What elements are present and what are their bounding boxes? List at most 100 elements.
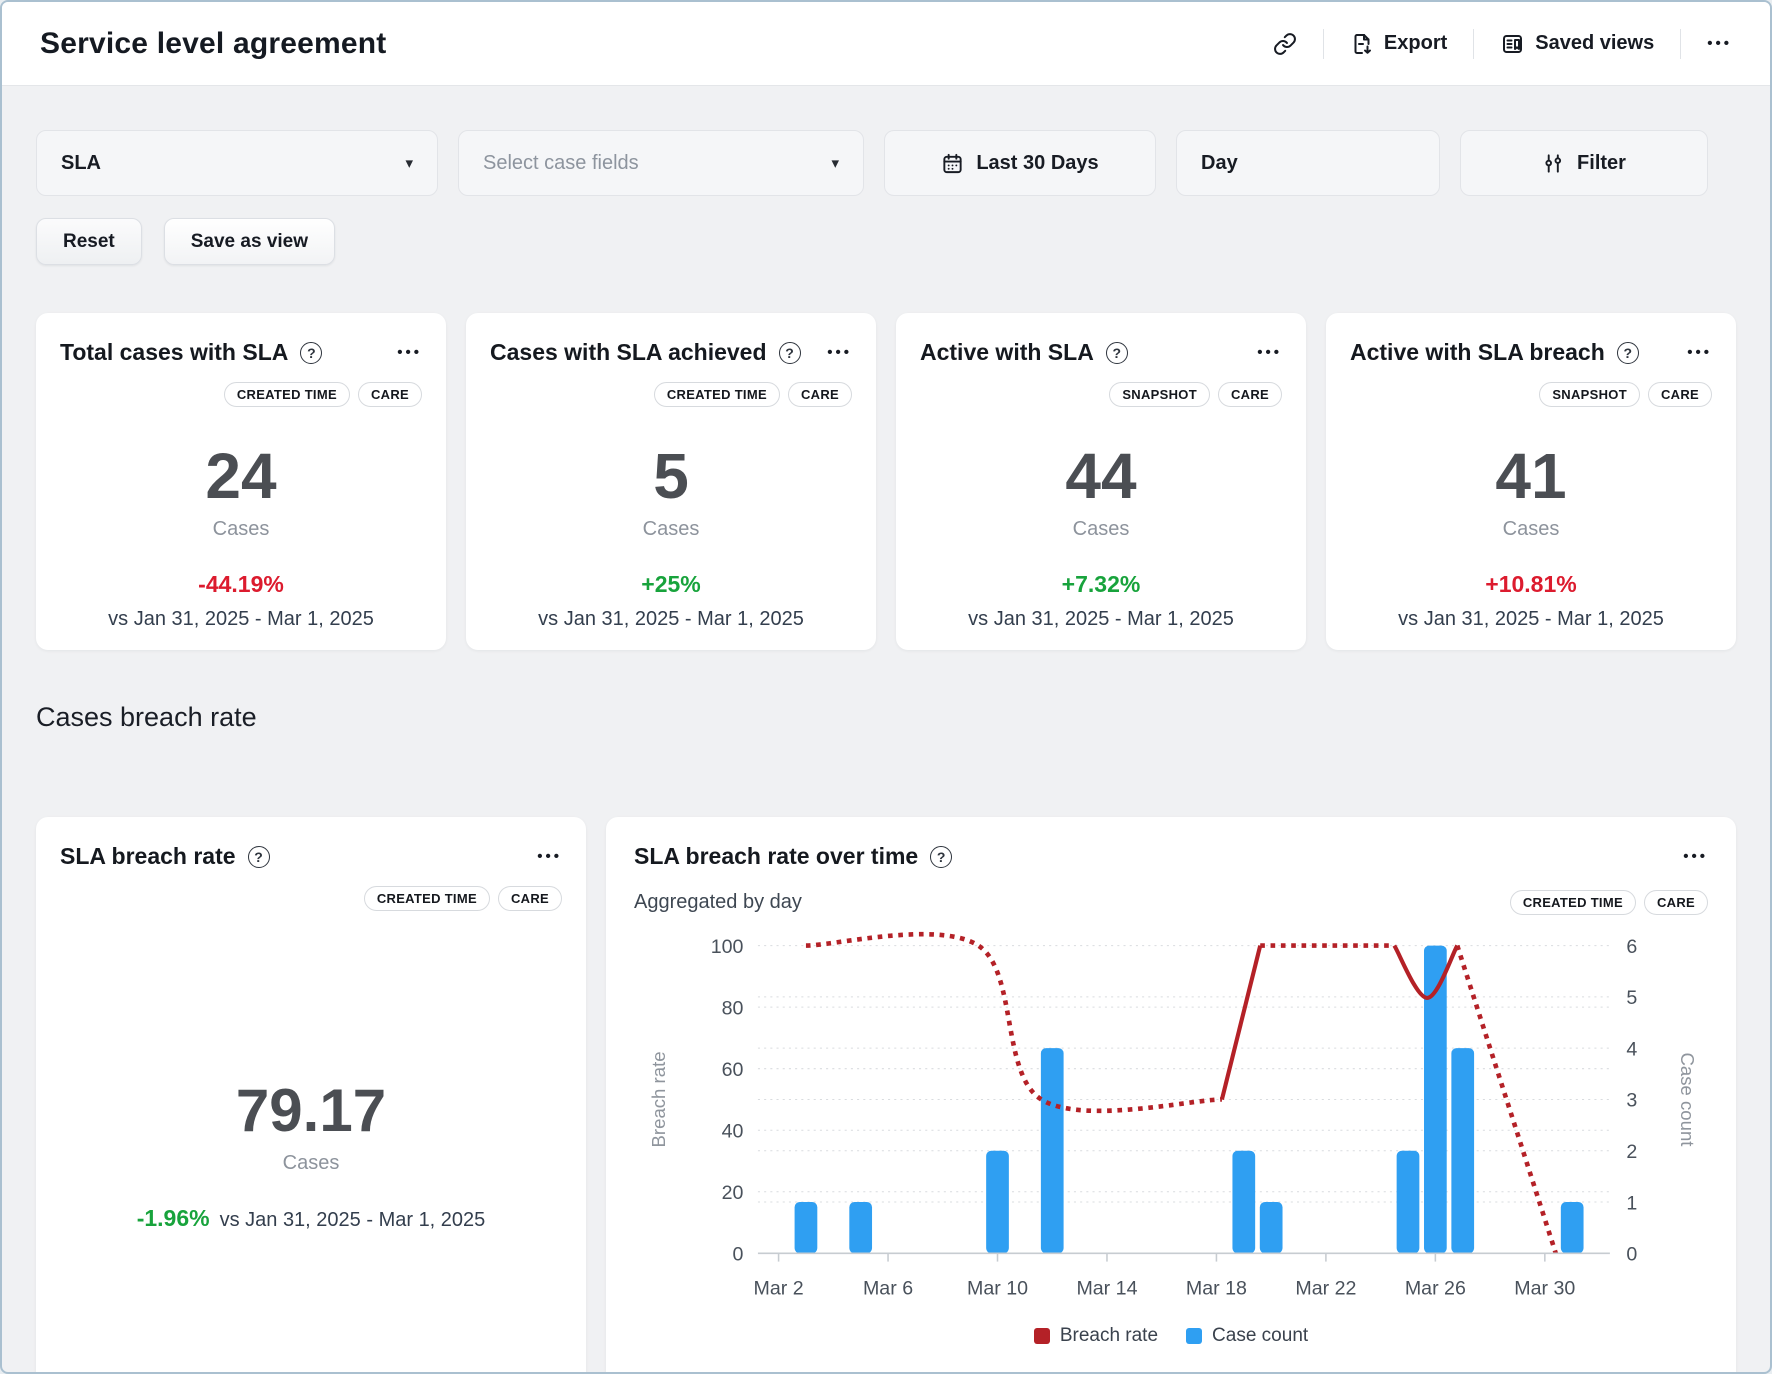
saved-views-label: Saved views — [1535, 32, 1654, 55]
breach-rate-row: SLA breach rate ? ••• CREATED TIME CARE … — [36, 817, 1736, 1374]
case-fields-placeholder: Select case fields — [483, 152, 639, 175]
filter-button[interactable]: Filter — [1460, 130, 1708, 196]
svg-text:80: 80 — [722, 997, 744, 1019]
kpi-card-total-cases-with-sla: Total cases with SLA ? ••• CREATED TIME … — [36, 313, 446, 650]
view-actions: Reset Save as view — [36, 218, 1736, 265]
card-title: Active with SLA — [920, 339, 1094, 366]
badge-snapshot: SNAPSHOT — [1109, 382, 1210, 407]
badge-created-time: CREATED TIME — [224, 382, 350, 407]
reset-button[interactable]: Reset — [36, 218, 142, 265]
kpi-card-row: Total cases with SLA ? ••• CREATED TIME … — [36, 313, 1736, 650]
help-icon[interactable]: ? — [930, 846, 952, 868]
calendar-icon — [941, 152, 964, 175]
kpi-delta: +7.32% — [920, 571, 1282, 598]
badge-created-time: CREATED TIME — [364, 886, 490, 911]
dataset-select[interactable]: SLA ▾ — [36, 130, 438, 196]
app-window: Service level agreement Export — [0, 0, 1772, 1374]
more-menu-button[interactable]: ••• — [1703, 29, 1736, 58]
legend-label: Case count — [1212, 1325, 1308, 1347]
caret-down-icon: ▾ — [405, 156, 413, 171]
granularity-button[interactable]: Day — [1176, 130, 1440, 196]
dataset-value: SLA — [61, 152, 101, 175]
help-icon[interactable]: ? — [248, 846, 270, 868]
save-as-view-button[interactable]: Save as view — [164, 218, 335, 265]
help-icon[interactable]: ? — [300, 342, 322, 364]
kpi-compare-range: vs Jan 31, 2025 - Mar 1, 2025 — [60, 608, 422, 631]
kpi-value: 24 — [60, 443, 422, 510]
legend-item-breach-rate[interactable]: Breach rate — [1034, 1325, 1158, 1347]
kpi-card-active-with-sla: Active with SLA ? ••• SNAPSHOT CARE 44 C… — [896, 313, 1306, 650]
help-icon[interactable]: ? — [1617, 342, 1639, 364]
granularity-value: Day — [1201, 152, 1238, 175]
section-title-cases-breach-rate: Cases breach rate — [36, 702, 1736, 733]
header-actions: Export Saved views ••• — [1269, 26, 1736, 62]
kpi-compare-range: vs Jan 31, 2025 - Mar 1, 2025 — [920, 608, 1282, 631]
kpi-card-active-with-sla-breach: Active with SLA breach ? ••• SNAPSHOT CA… — [1326, 313, 1736, 650]
card-menu-icon[interactable]: ••• — [397, 344, 422, 361]
svg-text:20: 20 — [722, 1182, 744, 1204]
kpi-delta: -44.19% — [60, 571, 422, 598]
date-range-button[interactable]: Last 30 Days — [884, 130, 1156, 196]
breach-rate-chart-svg: Mar 2Mar 6Mar 10Mar 14Mar 18Mar 22Mar 26… — [634, 927, 1708, 1311]
svg-text:6: 6 — [1626, 936, 1637, 958]
svg-text:40: 40 — [722, 1120, 744, 1142]
breach-rate-delta: -1.96% — [137, 1205, 210, 1231]
link-icon — [1273, 32, 1297, 56]
badge-created-time: CREATED TIME — [654, 382, 780, 407]
svg-text:0: 0 — [1626, 1244, 1637, 1266]
export-label: Export — [1384, 32, 1447, 55]
card-title: Total cases with SLA — [60, 339, 288, 366]
filter-label: Filter — [1577, 152, 1626, 175]
svg-text:Mar 18: Mar 18 — [1186, 1278, 1247, 1300]
card-title: SLA breach rate over time — [634, 843, 918, 870]
svg-text:100: 100 — [711, 936, 744, 958]
badge-created-time: CREATED TIME — [1510, 890, 1636, 915]
svg-text:Case count: Case count — [1677, 1052, 1698, 1147]
badge-care: CARE — [788, 382, 852, 407]
card-title: Cases with SLA achieved — [490, 339, 767, 366]
kpi-unit: Cases — [1350, 518, 1712, 541]
export-button[interactable]: Export — [1346, 26, 1451, 62]
card-menu-icon[interactable]: ••• — [827, 344, 852, 361]
copy-link-icon[interactable] — [1269, 26, 1301, 62]
saved-views-button[interactable]: Saved views — [1496, 26, 1658, 62]
filter-icon — [1542, 152, 1565, 175]
more-icon: ••• — [1707, 35, 1732, 52]
legend-item-case-count[interactable]: Case count — [1186, 1325, 1308, 1347]
kpi-unit: Cases — [490, 518, 852, 541]
kpi-delta: +10.81% — [1350, 571, 1712, 598]
breach-rate-unit: Cases — [60, 1152, 562, 1175]
chart-subtitle: Aggregated by day — [634, 891, 802, 914]
card-menu-icon[interactable]: ••• — [1687, 344, 1712, 361]
badge-care: CARE — [1644, 890, 1708, 915]
header-divider — [1680, 29, 1681, 59]
svg-text:2: 2 — [1626, 1141, 1637, 1163]
legend-swatch-case-count — [1186, 1328, 1202, 1344]
kpi-value: 5 — [490, 443, 852, 510]
breach-compare-range: vs Jan 31, 2025 - Mar 1, 2025 — [220, 1209, 486, 1231]
breach-rate-chart: Mar 2Mar 6Mar 10Mar 14Mar 18Mar 22Mar 26… — [634, 927, 1708, 1311]
badge-care: CARE — [1648, 382, 1712, 407]
svg-text:5: 5 — [1626, 987, 1637, 1009]
svg-text:Breach rate: Breach rate — [648, 1051, 669, 1147]
svg-text:3: 3 — [1626, 1090, 1637, 1112]
export-icon — [1350, 32, 1374, 56]
filter-bar: SLA ▾ Select case fields ▾ Last 30 Days … — [36, 130, 1736, 196]
help-icon[interactable]: ? — [779, 342, 801, 364]
badge-snapshot: SNAPSHOT — [1539, 382, 1640, 407]
svg-text:1: 1 — [1626, 1192, 1637, 1214]
card-title: Active with SLA breach — [1350, 339, 1605, 366]
kpi-unit: Cases — [60, 518, 422, 541]
card-menu-icon[interactable]: ••• — [1257, 344, 1282, 361]
badge-care: CARE — [358, 382, 422, 407]
card-menu-icon[interactable]: ••• — [1683, 848, 1708, 865]
date-range-value: Last 30 Days — [976, 152, 1098, 175]
card-menu-icon[interactable]: ••• — [537, 848, 562, 865]
case-fields-select[interactable]: Select case fields ▾ — [458, 130, 864, 196]
caret-down-icon: ▾ — [831, 156, 839, 171]
page-header: Service level agreement Export — [2, 2, 1770, 86]
help-icon[interactable]: ? — [1106, 342, 1128, 364]
chart-legend: Breach rate Case count — [634, 1325, 1708, 1347]
sla-breach-rate-card: SLA breach rate ? ••• CREATED TIME CARE … — [36, 817, 586, 1374]
svg-text:Mar 6: Mar 6 — [863, 1278, 913, 1300]
